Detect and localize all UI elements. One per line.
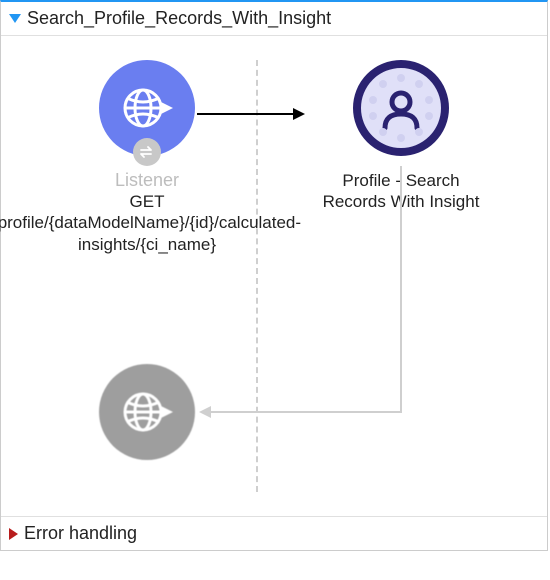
dots-ring-icon [361,68,441,148]
flow-panel: Search_Profile_Records_With_Insight [0,0,548,551]
error-header[interactable]: Error handling [1,516,547,550]
globe-arrow-icon [119,384,175,440]
globe-arrow-icon [119,80,175,136]
flow-canvas[interactable]: Listener GET /profile/{dataModelName}/{i… [1,36,547,516]
flow-header[interactable]: Search_Profile_Records_With_Insight [1,2,547,36]
response-node[interactable] [57,364,237,460]
profile-circle [353,60,449,156]
expand-icon [9,14,21,23]
profile-node[interactable]: Profile - Search Records With Insight [311,60,491,213]
listener-path: GET /profile/{dataModelName}/{id}/calcul… [0,191,305,255]
swap-icon [133,138,161,166]
collapse-icon [9,528,18,540]
listener-label: Listener [115,170,179,191]
listener-circle [99,60,195,156]
profile-label: Profile - Search Records With Insight [311,170,491,213]
listener-node[interactable]: Listener GET /profile/{dataModelName}/{i… [57,60,237,255]
scope-divider [256,60,258,492]
response-circle [99,364,195,460]
flow-title: Search_Profile_Records_With_Insight [27,8,331,29]
error-title: Error handling [24,523,137,544]
